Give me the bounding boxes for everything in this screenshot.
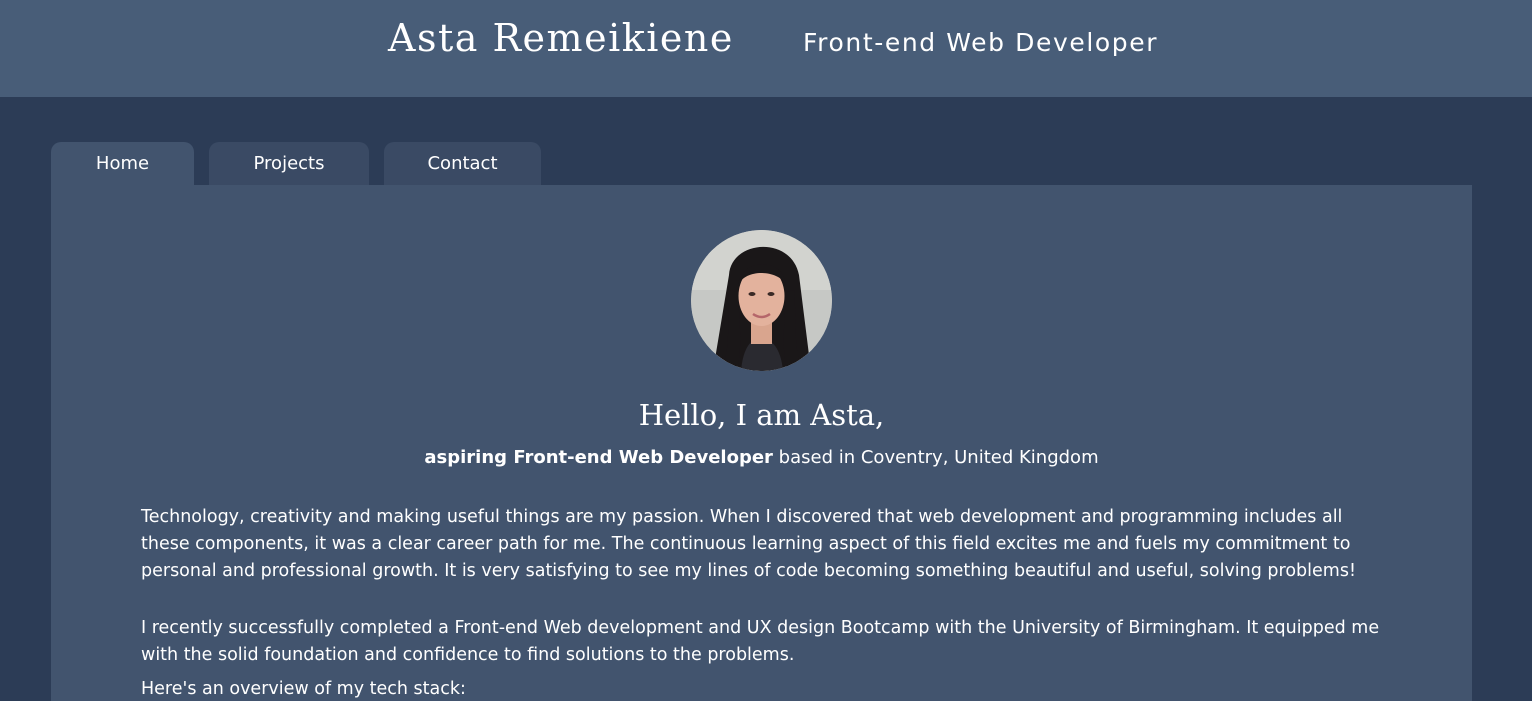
site-name: Asta Remeikiene xyxy=(388,16,734,60)
site-header: Asta Remeikiene Front-end Web Developer xyxy=(0,0,1532,97)
intro-subtitle: aspiring Front-end Web Developer based i… xyxy=(51,447,1472,468)
avatar xyxy=(691,230,832,371)
home-panel: Hello, I am Asta, aspiring Front-end Web… xyxy=(51,185,1472,701)
site-role: Front-end Web Developer xyxy=(803,28,1159,57)
tab-contact[interactable]: Contact xyxy=(384,142,541,185)
intro-role: aspiring Front-end Web Developer xyxy=(424,447,773,468)
tech-stack-intro: Here's an overview of my tech stack: xyxy=(141,679,466,699)
tab-projects[interactable]: Projects xyxy=(209,142,369,185)
portrait-image xyxy=(691,230,832,371)
intro-location: based in Coventry, United Kingdom xyxy=(772,447,1099,468)
about-paragraph-1: Technology, creativity and making useful… xyxy=(141,507,1356,581)
greeting-heading: Hello, I am Asta, xyxy=(638,398,885,432)
tab-home[interactable]: Home xyxy=(51,142,194,185)
about-paragraph-2: I recently successfully completed a Fron… xyxy=(141,618,1380,665)
